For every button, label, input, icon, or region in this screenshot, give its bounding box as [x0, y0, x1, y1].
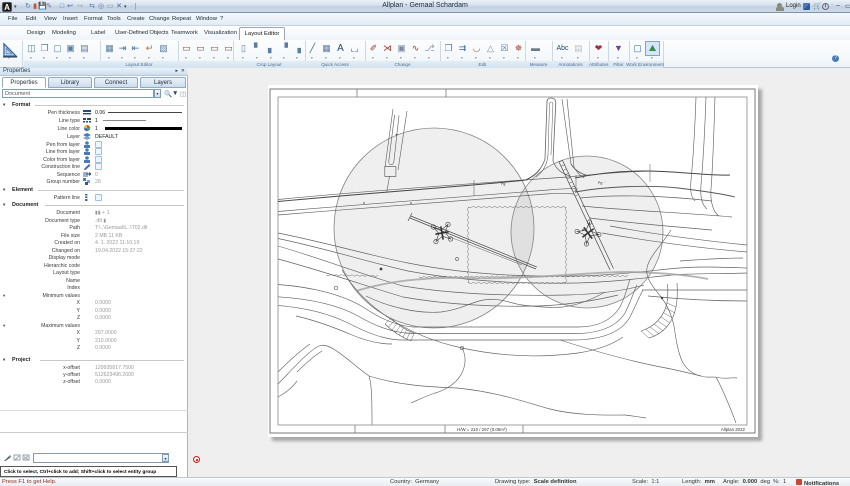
svg-text:Pg ·´: Pg ·´	[598, 181, 606, 185]
svg-text:Allplan 2022: Allplan 2022	[721, 427, 746, 432]
svg-text:Pg: Pg	[501, 182, 505, 186]
svg-text:H/W = 210 / 297 (0.06m²): H/W = 210 / 297 (0.06m²)	[457, 427, 507, 432]
